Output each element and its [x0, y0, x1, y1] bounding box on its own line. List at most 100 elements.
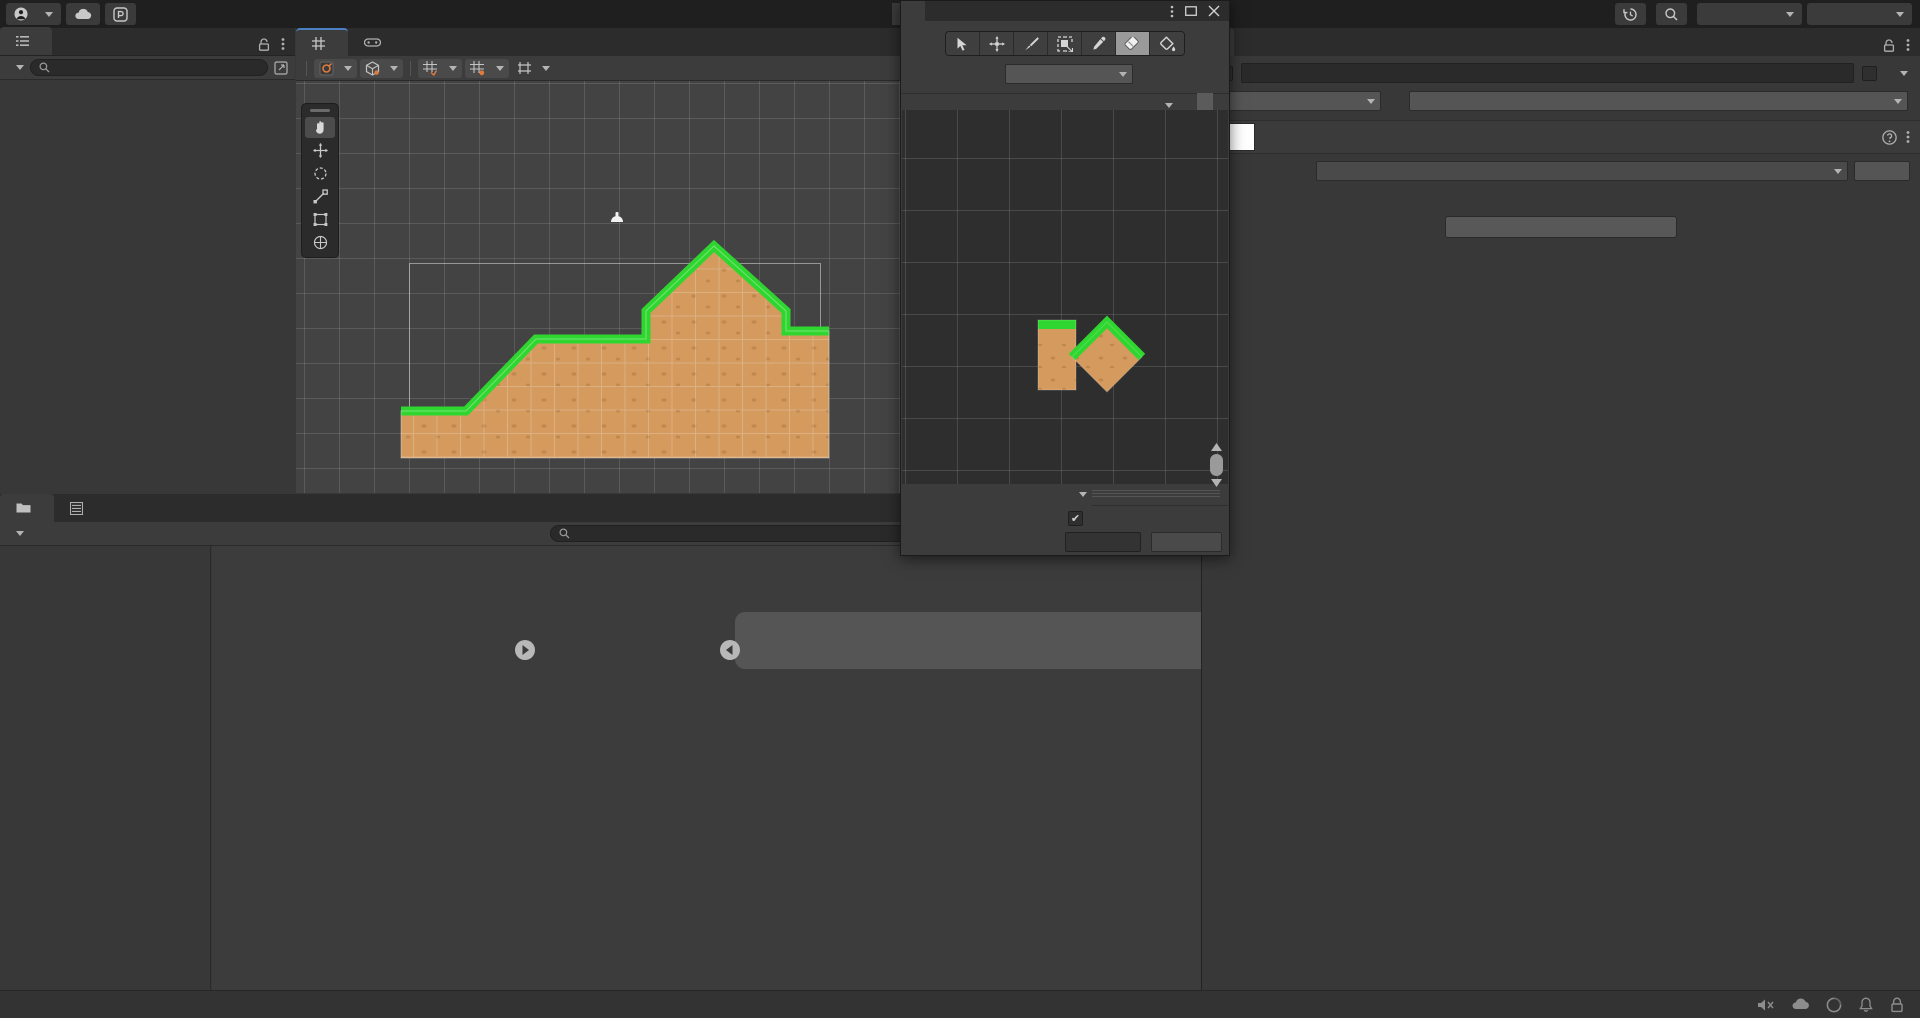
- drag-handle[interactable]: [310, 109, 330, 112]
- scroll-down-icon: [1210, 478, 1223, 488]
- kebab-icon[interactable]: [1170, 5, 1174, 18]
- transform-tool-button[interactable]: [305, 232, 335, 253]
- shading-mode-button[interactable]: [314, 59, 357, 78]
- z-position-field[interactable]: [1065, 532, 1142, 552]
- tile-palette-tab[interactable]: [901, 1, 925, 21]
- grid-snap-button[interactable]: [465, 59, 509, 78]
- tab-scene[interactable]: [296, 28, 348, 56]
- rotate-tool-button[interactable]: [305, 163, 335, 184]
- tag-dropdown[interactable]: [1226, 91, 1381, 111]
- lock-z-checkbox[interactable]: ✔: [1068, 511, 1083, 526]
- rect-tool-button[interactable]: [305, 209, 335, 230]
- kebab-icon[interactable]: [1906, 38, 1910, 52]
- account-button[interactable]: [6, 3, 61, 25]
- notification-icon[interactable]: [1858, 997, 1874, 1013]
- lock-status-icon[interactable]: [1890, 997, 1904, 1013]
- box-select-icon: [1057, 36, 1073, 52]
- brush-separator: [1092, 490, 1220, 499]
- add-component-button[interactable]: [1445, 216, 1677, 238]
- gamepad-icon: [364, 37, 381, 48]
- shader-dropdown[interactable]: [1316, 161, 1848, 181]
- hierarchy-list: [0, 80, 295, 82]
- maximize-icon[interactable]: [1185, 5, 1197, 17]
- help-icon[interactable]: [1882, 130, 1897, 145]
- static-checkbox[interactable]: [1862, 66, 1877, 81]
- lock-icon[interactable]: [1883, 39, 1895, 52]
- eraser-icon: [1124, 37, 1141, 51]
- search-icon: [559, 528, 570, 539]
- move-tool-button[interactable]: [305, 140, 335, 161]
- scale-tool-button[interactable]: [305, 186, 335, 207]
- lock-z-row: ✔: [902, 506, 1228, 530]
- eyedropper-icon: [1091, 36, 1107, 52]
- layer-dropdown[interactable]: [1409, 91, 1908, 111]
- search-button[interactable]: [1656, 3, 1687, 25]
- chevron-down-icon: [449, 66, 457, 71]
- kebab-icon[interactable]: [281, 37, 285, 51]
- draw-mode-button[interactable]: [360, 59, 403, 78]
- asset-grid: [212, 568, 1201, 592]
- project-add-button[interactable]: [6, 531, 24, 536]
- brush-dropdown[interactable]: [902, 484, 1092, 506]
- history-button[interactable]: [1615, 3, 1646, 25]
- rect-icon: [313, 212, 328, 227]
- active-tilemap-row: [901, 56, 1229, 93]
- select-tool-button[interactable]: [946, 32, 980, 55]
- paint-brush-tool-button[interactable]: [1014, 32, 1048, 55]
- brush-icon: [1023, 36, 1039, 52]
- project-browser: [212, 546, 1201, 1018]
- sprite-collapse-left-icon[interactable]: [719, 639, 741, 665]
- layout-dropdown[interactable]: [1807, 3, 1912, 25]
- hierarchy-options-icon[interactable]: [274, 61, 289, 75]
- chevron-down-icon: [1894, 99, 1902, 104]
- palette-footer: ✔: [902, 484, 1228, 554]
- hierarchy-add-button[interactable]: [6, 65, 24, 70]
- hierarchy-toolbar: [0, 56, 295, 80]
- project-panel: [0, 494, 1201, 1018]
- grid-snap-icon: [470, 61, 486, 76]
- move-tool-button[interactable]: [980, 32, 1014, 55]
- chevron-down-icon[interactable]: [1900, 71, 1908, 76]
- kebab-icon[interactable]: [1906, 130, 1910, 144]
- chevron-down-icon: [45, 12, 53, 17]
- chevron-down-icon: [344, 66, 352, 71]
- grid-visibility-button[interactable]: [418, 59, 462, 78]
- z-reset-button[interactable]: [1151, 532, 1222, 552]
- progress-icon[interactable]: [1826, 997, 1842, 1013]
- sprite-expand-right-icon[interactable]: [514, 639, 536, 665]
- palette-scrollbar[interactable]: [1210, 442, 1223, 530]
- cloud-status-icon[interactable]: [1791, 997, 1810, 1012]
- tile-palette-titlebar[interactable]: [901, 1, 1229, 21]
- tab-console[interactable]: [54, 494, 106, 522]
- collab-button[interactable]: [105, 3, 136, 25]
- tab-project[interactable]: [0, 494, 54, 522]
- cloud-button[interactable]: [66, 3, 100, 25]
- scale-icon: [313, 189, 328, 204]
- palette-canvas[interactable]: [902, 110, 1228, 485]
- chevron-down-icon: [1079, 492, 1087, 497]
- snap-increment-button[interactable]: [512, 59, 555, 78]
- lock-icon[interactable]: [258, 38, 270, 51]
- shader-row: [1202, 161, 1920, 181]
- divider: [410, 61, 411, 76]
- collab-icon: [113, 7, 128, 22]
- hierarchy-search-input[interactable]: [30, 59, 268, 76]
- eraser-tool-button[interactable]: [1116, 32, 1150, 55]
- chevron-down-icon: [16, 65, 24, 70]
- mute-audio-icon[interactable]: [1757, 997, 1775, 1013]
- fill-tool-button[interactable]: [1150, 32, 1184, 55]
- object-name-field[interactable]: [1241, 63, 1854, 83]
- hand-tool-button[interactable]: [305, 117, 335, 138]
- paint-bucket-icon: [1159, 36, 1176, 52]
- active-tilemap-dropdown[interactable]: [1005, 64, 1133, 84]
- console-icon: [70, 502, 83, 515]
- tab-game[interactable]: [348, 28, 404, 56]
- tab-hierarchy[interactable]: [0, 27, 52, 55]
- picker-tool-button[interactable]: [1082, 32, 1116, 55]
- account-icon: [14, 7, 28, 21]
- close-icon[interactable]: [1208, 5, 1220, 17]
- shader-edit-button[interactable]: [1854, 161, 1910, 181]
- layers-dropdown[interactable]: [1697, 3, 1802, 25]
- box-fill-tool-button[interactable]: [1048, 32, 1082, 55]
- divider: [306, 61, 307, 76]
